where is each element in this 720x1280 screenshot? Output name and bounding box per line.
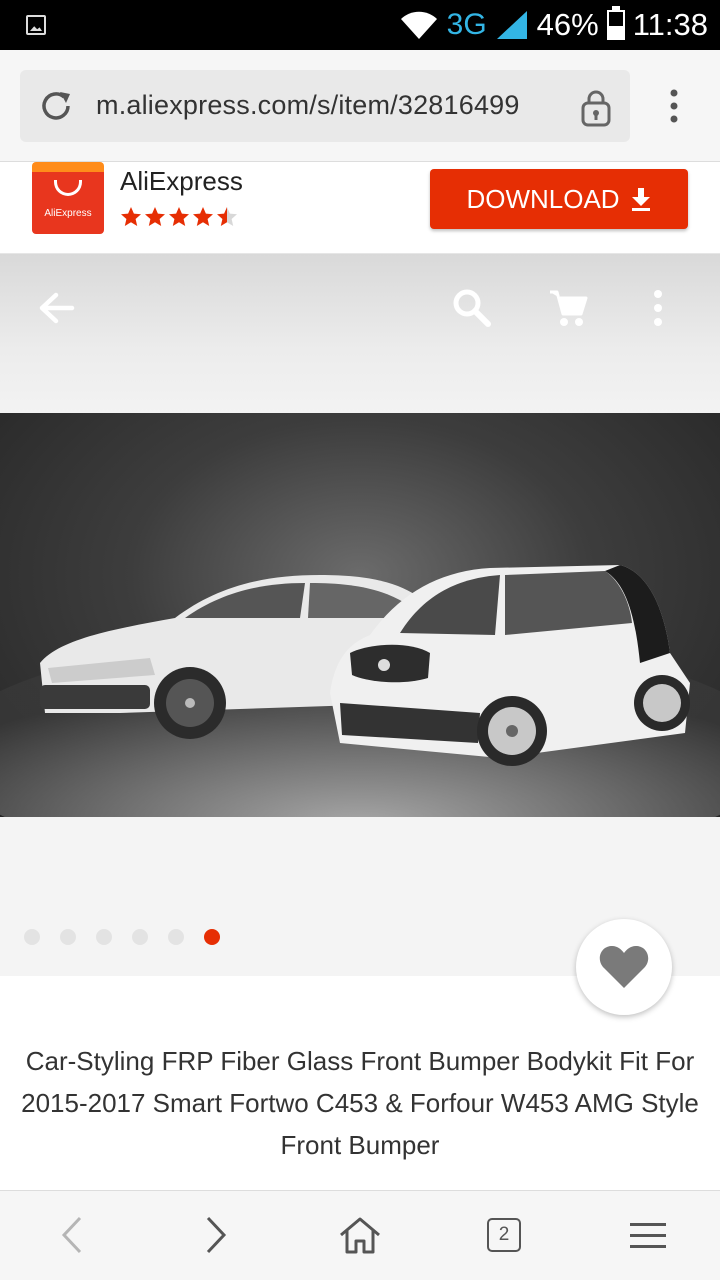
product-title: Car-Styling FRP Fiber Glass Front Bumper… [21, 1046, 699, 1160]
logo-text: AliExpress [44, 208, 92, 219]
battery-icon [606, 6, 625, 40]
pager-dot[interactable] [132, 929, 148, 945]
lock-icon[interactable] [580, 88, 612, 128]
signal-icon [496, 11, 527, 39]
status-bar-right: 3G 46% 11:38 [399, 0, 708, 50]
pager-dot[interactable] [60, 929, 76, 945]
gallery-icon [26, 15, 46, 35]
pager-dot[interactable] [96, 929, 112, 945]
download-label: DOWNLOAD [466, 183, 620, 214]
pager-dot[interactable] [168, 929, 184, 945]
heart-icon [599, 945, 649, 988]
star-icon [145, 207, 165, 226]
product-image[interactable] [0, 413, 720, 817]
app-name: AliExpress [120, 166, 243, 196]
wishlist-button[interactable] [576, 919, 672, 1015]
product-gallery [0, 254, 720, 1015]
page: 3G 46% 11:38 m.aliexpress.com/s/item/328… [0, 0, 720, 1280]
browser-url-bar: m.aliexpress.com/s/item/32816499 [0, 50, 720, 162]
star-icon [217, 207, 237, 226]
back-icon[interactable] [58, 1215, 88, 1255]
battery-fill [608, 26, 623, 38]
pager-dot[interactable] [204, 929, 220, 945]
star-icon [121, 207, 141, 226]
arrow-back-icon[interactable] [36, 288, 76, 328]
more-vertical-icon[interactable] [650, 288, 666, 328]
status-bar: 3G 46% 11:38 [0, 0, 720, 50]
clock: 11:38 [632, 7, 708, 42]
menu-icon[interactable] [628, 1221, 668, 1251]
forward-icon[interactable] [200, 1215, 230, 1255]
search-icon[interactable] [452, 288, 492, 328]
address-field[interactable]: m.aliexpress.com/s/item/32816499 [20, 70, 630, 142]
url-text[interactable]: m.aliexpress.com/s/item/32816499 [96, 90, 520, 121]
download-button[interactable]: DOWNLOAD [430, 169, 688, 229]
browser-bottom-bar: 2 [0, 1190, 720, 1280]
tabs-icon[interactable]: 2 [487, 1218, 521, 1252]
product-photo-cars [0, 565, 720, 817]
product-top-nav [0, 254, 720, 414]
home-icon[interactable] [338, 1215, 382, 1255]
star-icon [193, 207, 213, 226]
reload-icon[interactable] [36, 86, 76, 126]
image-pager [24, 929, 220, 945]
star-icon [169, 207, 189, 226]
pager-dot[interactable] [24, 929, 40, 945]
browser-more-icon[interactable] [666, 88, 682, 124]
app-rating [120, 206, 238, 228]
logo-smile-icon [54, 180, 82, 196]
battery-percent: 46% [536, 7, 599, 42]
app-install-banner: AliExpress AliExpress DOWNLOAD [0, 162, 720, 254]
download-icon [631, 188, 650, 211]
wifi-icon [400, 11, 437, 39]
network-type: 3G [446, 8, 487, 41]
cart-icon[interactable] [548, 288, 588, 328]
aliexpress-logo: AliExpress [32, 162, 104, 234]
